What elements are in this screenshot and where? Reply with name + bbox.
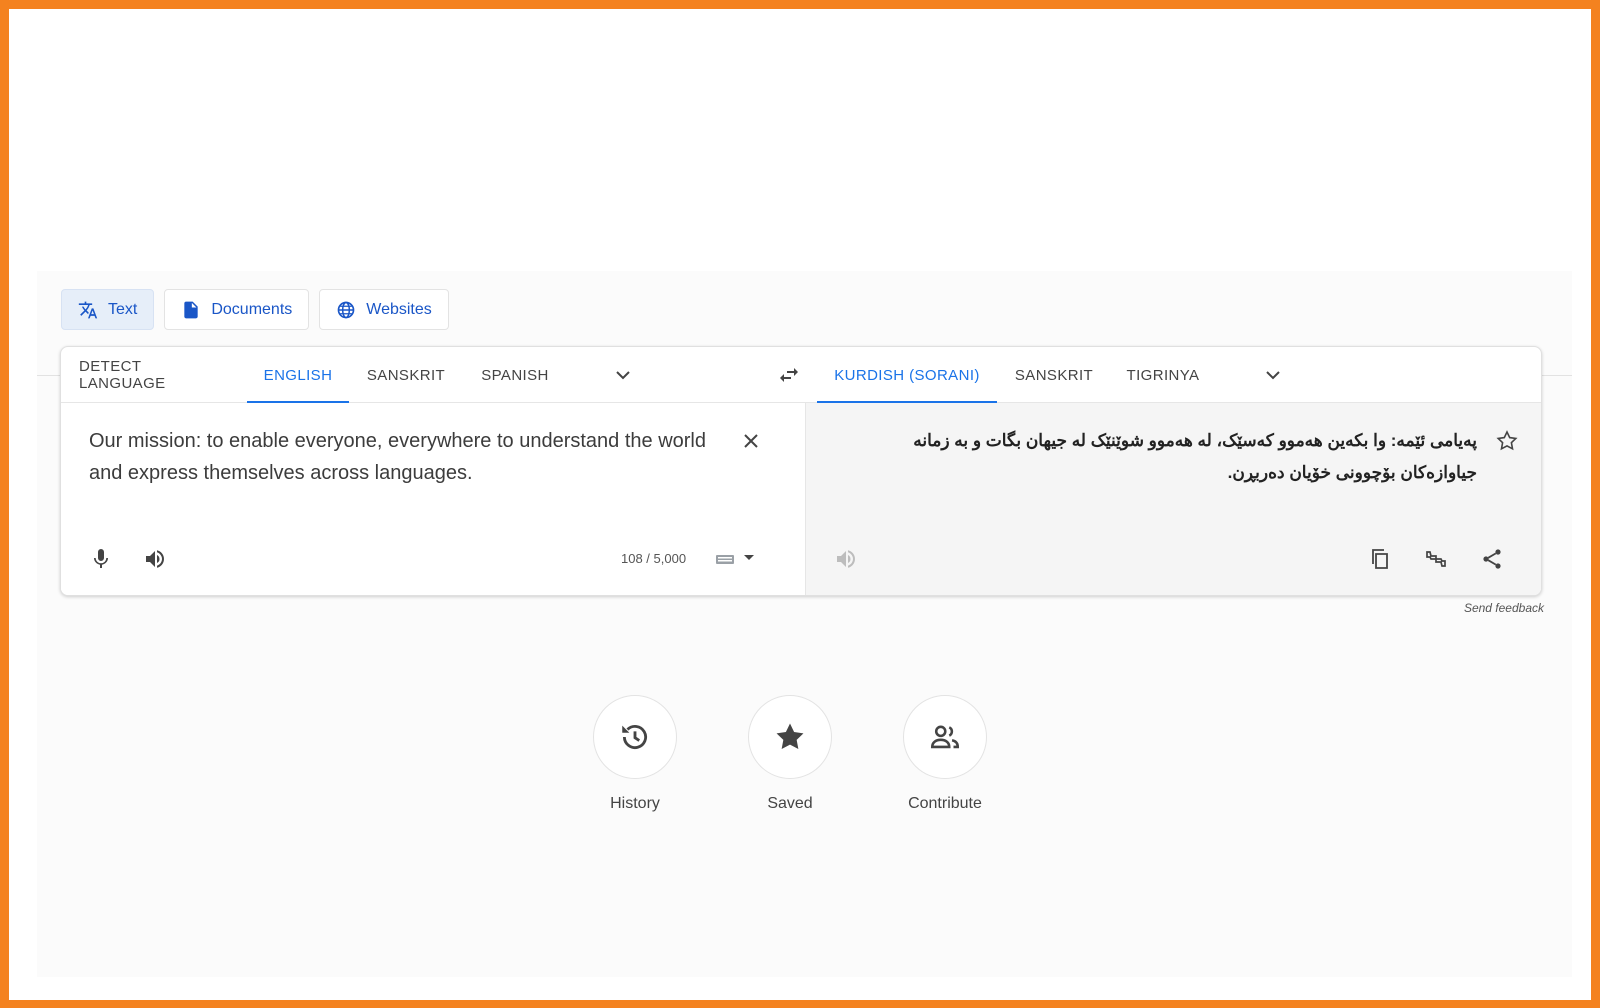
source-lang-english[interactable]: ENGLISH — [247, 347, 349, 404]
saved-label: Saved — [767, 795, 813, 812]
keyboard-options-button[interactable] — [737, 539, 761, 575]
history-label: History — [610, 795, 660, 812]
chevron-down-icon — [616, 371, 630, 380]
target-lang-more-button[interactable] — [1255, 357, 1291, 393]
bottom-actions: History Saved Contribute — [593, 695, 987, 813]
feedback-icon — [1426, 551, 1446, 567]
microphone-icon — [94, 549, 108, 568]
tab-documents-label: Documents — [211, 300, 293, 318]
star-icon — [776, 723, 804, 750]
target-lang-tigrinya[interactable]: TIGRINYA — [1125, 347, 1201, 403]
send-feedback-link[interactable]: Send feedback — [1464, 601, 1544, 615]
character-count: 108 / 5,000 — [621, 551, 687, 566]
globe-icon — [337, 301, 355, 318]
screenshot-frame: Text Documents Websites DETECT LANGUAGE … — [9, 9, 1591, 1000]
tab-websites[interactable]: Websites — [319, 289, 449, 330]
contribute-circle[interactable] — [903, 695, 987, 779]
clear-text-button[interactable] — [733, 423, 769, 459]
source-lang-spanish[interactable]: SPANISH — [479, 347, 551, 403]
source-pane[interactable]: Our mission: to enable everyone, everywh… — [61, 403, 805, 595]
language-bar: DETECT LANGUAGE ENGLISH SANSKRIT SPANISH… — [61, 347, 1541, 404]
swap-languages-button[interactable] — [771, 357, 807, 393]
tab-documents[interactable]: Documents — [164, 289, 310, 330]
share-translation-button[interactable] — [1474, 541, 1510, 577]
save-translation-button[interactable] — [1489, 423, 1525, 459]
copy-translation-button[interactable] — [1362, 541, 1398, 577]
caret-down-icon — [744, 555, 754, 560]
contribute-label: Contribute — [908, 795, 982, 812]
voice-input-button[interactable] — [83, 541, 119, 577]
contribute-button[interactable]: Contribute — [903, 695, 987, 813]
tab-websites-label: Websites — [366, 300, 432, 318]
share-icon — [1483, 549, 1501, 569]
copy-icon — [1372, 549, 1388, 569]
source-lang-more-button[interactable] — [605, 357, 641, 393]
listen-source-button[interactable] — [137, 541, 173, 577]
source-textarea[interactable]: Our mission: to enable everyone, everywh… — [89, 425, 729, 489]
source-lang-sanskrit[interactable]: SANSKRIT — [365, 347, 447, 403]
mode-tabs: Text Documents Websites — [61, 289, 449, 330]
translation-card: DETECT LANGUAGE ENGLISH SANSKRIT SPANISH… — [60, 346, 1542, 596]
speaker-icon — [146, 550, 164, 568]
target-lang-kurdish[interactable]: KURDISH (SORANI) — [817, 347, 997, 404]
history-circle[interactable] — [593, 695, 677, 779]
swap-icon — [780, 368, 798, 382]
target-lang-sanskrit[interactable]: SANSKRIT — [1013, 347, 1095, 403]
keyboard-icon — [716, 555, 734, 564]
saved-circle[interactable] — [748, 695, 832, 779]
close-icon — [744, 434, 758, 448]
translate-panel: Text Documents Websites DETECT LANGUAGE … — [37, 271, 1572, 977]
document-icon — [184, 301, 199, 318]
listen-translation-button[interactable] — [828, 541, 864, 577]
star-outline-icon — [1496, 430, 1518, 451]
target-pane: پەیامی ئێمە: وا بکەین هەموو کەسێک، لە هە… — [805, 403, 1541, 595]
chevron-down-icon — [1266, 371, 1280, 380]
history-button[interactable]: History — [593, 695, 677, 813]
rate-translation-button[interactable] — [1418, 541, 1454, 577]
translate-icon — [78, 301, 98, 318]
people-icon — [930, 725, 960, 749]
history-icon — [622, 724, 647, 750]
source-lang-detect[interactable]: DETECT LANGUAGE — [79, 347, 229, 403]
saved-button[interactable]: Saved — [748, 695, 832, 813]
translation-output: پەیامی ئێمە: وا بکەین هەموو کەسێک، لە هە… — [913, 431, 1477, 482]
tab-text-label: Text — [108, 300, 138, 318]
speaker-icon — [837, 550, 855, 568]
tab-text[interactable]: Text — [61, 289, 155, 330]
